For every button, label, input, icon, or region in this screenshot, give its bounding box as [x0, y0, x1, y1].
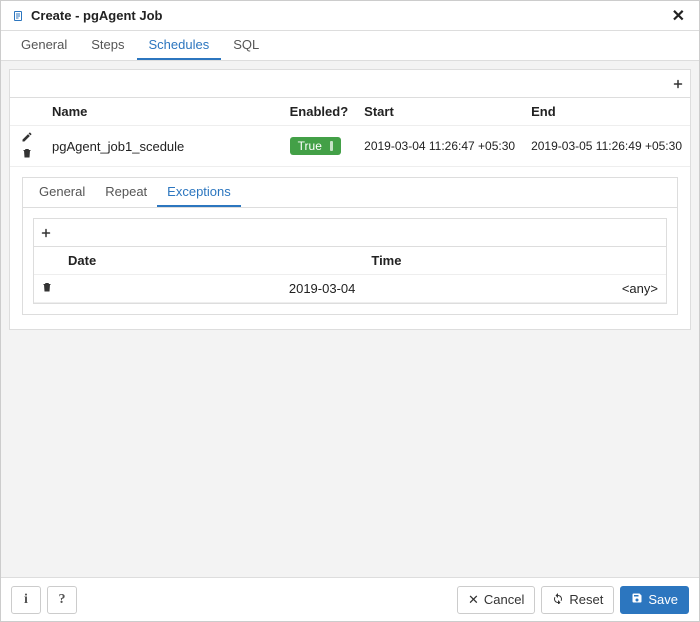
schedule-sub-panel: General Repeat Exceptions: [22, 177, 678, 315]
exceptions-panel: Date Time: [33, 218, 667, 304]
col-end: End: [523, 98, 690, 126]
schedules-toolbar: [10, 70, 690, 98]
sub-tab-general[interactable]: General: [29, 178, 95, 207]
cell-name[interactable]: pgAgent_job1_scedule: [44, 126, 282, 167]
table-row: pgAgent_job1_scedule True 2019-03-04 11:…: [10, 126, 690, 167]
footer: i ? ✕ Cancel Reset Save: [1, 577, 699, 621]
document-icon: [11, 9, 25, 23]
col-name: Name: [44, 98, 282, 126]
recycle-icon: [552, 592, 564, 607]
help-button[interactable]: ?: [47, 586, 77, 614]
exc-col-date: Date: [60, 247, 363, 275]
schedule-detail: General Repeat Exceptions: [10, 167, 690, 329]
main-tabs: General Steps Schedules SQL: [1, 31, 699, 61]
table-row: 2019-03-04 <any>: [34, 275, 666, 303]
tab-general[interactable]: General: [9, 31, 79, 60]
edit-icon[interactable]: [20, 130, 34, 144]
tab-steps[interactable]: Steps: [79, 31, 136, 60]
cancel-button[interactable]: ✕ Cancel: [457, 586, 535, 614]
add-schedule-button[interactable]: [666, 71, 690, 97]
close-icon: ✕: [468, 592, 479, 608]
enabled-badge[interactable]: True: [290, 137, 341, 155]
col-actions: [10, 98, 44, 126]
trash-icon[interactable]: [20, 146, 34, 160]
exc-col-time: Time: [363, 247, 666, 275]
sub-tab-repeat[interactable]: Repeat: [95, 178, 157, 207]
close-icon[interactable]: ✕: [668, 6, 689, 26]
trash-icon[interactable]: [41, 281, 53, 296]
exceptions-toolbar: [34, 219, 666, 247]
schedules-panel: Name Enabled? Start End: [9, 69, 691, 330]
cell-enabled[interactable]: True: [282, 126, 357, 167]
sub-body: Date Time: [23, 208, 677, 314]
add-exception-button[interactable]: [34, 220, 58, 246]
cancel-label: Cancel: [484, 592, 524, 607]
exc-cell-date[interactable]: 2019-03-04: [60, 275, 363, 303]
content-area: Name Enabled? Start End: [1, 61, 699, 577]
exc-cell-time[interactable]: <any>: [363, 275, 666, 303]
col-enabled: Enabled?: [282, 98, 357, 126]
sub-tabs: General Repeat Exceptions: [23, 178, 677, 208]
save-button[interactable]: Save: [620, 586, 689, 614]
cell-start[interactable]: 2019-03-04 11:26:47 +05:30: [356, 126, 523, 167]
title-bar: Create - pgAgent Job ✕: [1, 1, 699, 31]
reset-label: Reset: [569, 592, 603, 607]
dialog: Create - pgAgent Job ✕ General Steps Sch…: [0, 0, 700, 622]
dialog-title: Create - pgAgent Job: [31, 8, 668, 23]
tab-schedules[interactable]: Schedules: [137, 31, 222, 60]
schedules-table: Name Enabled? Start End: [10, 98, 690, 167]
save-icon: [631, 592, 643, 607]
info-button[interactable]: i: [11, 586, 41, 614]
save-label: Save: [648, 592, 678, 607]
col-start: Start: [356, 98, 523, 126]
cell-end[interactable]: 2019-03-05 11:26:49 +05:30: [523, 126, 690, 167]
tab-sql[interactable]: SQL: [221, 31, 271, 60]
reset-button[interactable]: Reset: [541, 586, 614, 614]
sub-tab-exceptions[interactable]: Exceptions: [157, 178, 241, 207]
exceptions-table: Date Time: [34, 247, 666, 303]
exc-col-actions: [34, 247, 60, 275]
